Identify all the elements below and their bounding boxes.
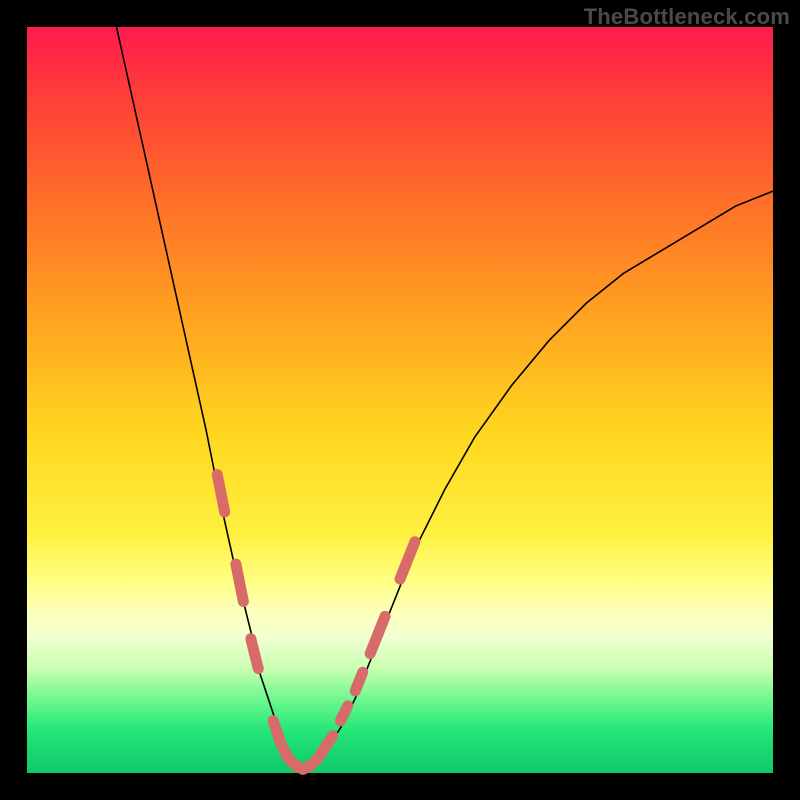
highlight-seg bbox=[325, 736, 332, 747]
watermark-text: TheBottleneck.com bbox=[584, 4, 790, 30]
highlight-seg bbox=[340, 706, 347, 721]
plot-area bbox=[27, 27, 773, 773]
chart-frame: TheBottleneck.com bbox=[0, 0, 800, 800]
highlight-seg bbox=[355, 672, 362, 691]
curve-canvas bbox=[27, 27, 773, 773]
highlight-seg bbox=[370, 616, 385, 653]
right-branch-curve bbox=[303, 191, 773, 769]
highlight-seg bbox=[400, 542, 415, 579]
highlight-segments bbox=[217, 475, 415, 770]
highlight-seg bbox=[217, 475, 224, 512]
highlight-seg bbox=[236, 564, 243, 601]
left-branch-curve bbox=[117, 27, 304, 769]
highlight-seg bbox=[251, 639, 258, 669]
